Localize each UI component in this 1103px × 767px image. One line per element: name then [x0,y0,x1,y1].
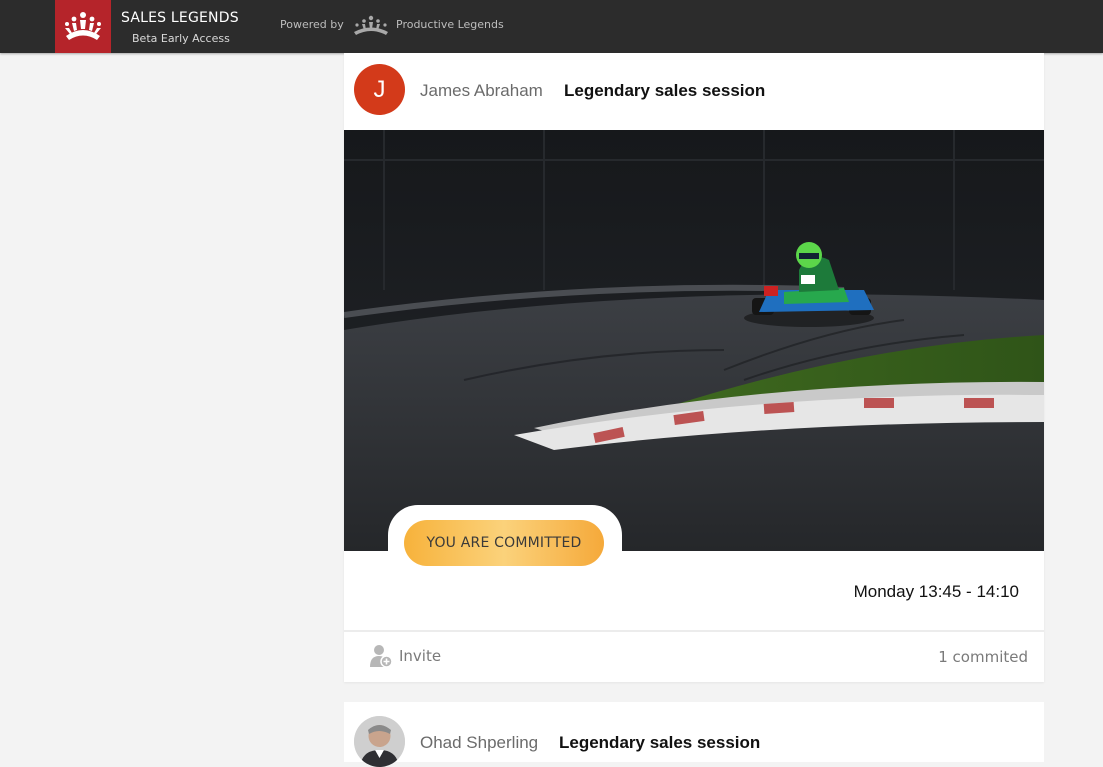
session-image [344,130,1044,551]
invite-button[interactable]: Invite [369,644,441,668]
session-post-card: J James Abraham Legendary sales session [344,53,1044,682]
session-post-card: Ohad Shperling Legendary sales session [344,702,1044,767]
top-bar: SALES LEGENDS Beta Early Access Powered … [0,0,1103,53]
person-photo-icon [354,716,405,767]
session-title[interactable]: Legendary sales session [559,733,760,753]
brand-subtitle: Beta Early Access [132,32,230,45]
committed-status-button[interactable]: YOU ARE COMMITTED [404,520,604,566]
author-name[interactable]: James Abraham [420,81,543,101]
avatar[interactable]: J [354,64,405,115]
committed-count[interactable]: 1 commited [938,648,1028,666]
partner-name: Productive Legends [396,18,504,31]
brand-title: SALES LEGENDS [121,10,239,26]
avatar-initial: J [373,75,386,103]
sales-legends-logo[interactable] [55,0,111,53]
crown-hands-icon [65,11,101,40]
add-user-icon [370,645,393,668]
photo-avatar[interactable] [354,716,405,767]
session-title[interactable]: Legendary sales session [564,81,765,101]
productive-legends-logo-icon [354,15,388,35]
author-name[interactable]: Ohad Shperling [420,733,538,753]
invite-label: Invite [399,647,442,665]
divider [344,630,1044,632]
powered-by-label: Powered by [280,18,344,31]
session-time: Monday 13:45 - 14:10 [853,582,1019,601]
